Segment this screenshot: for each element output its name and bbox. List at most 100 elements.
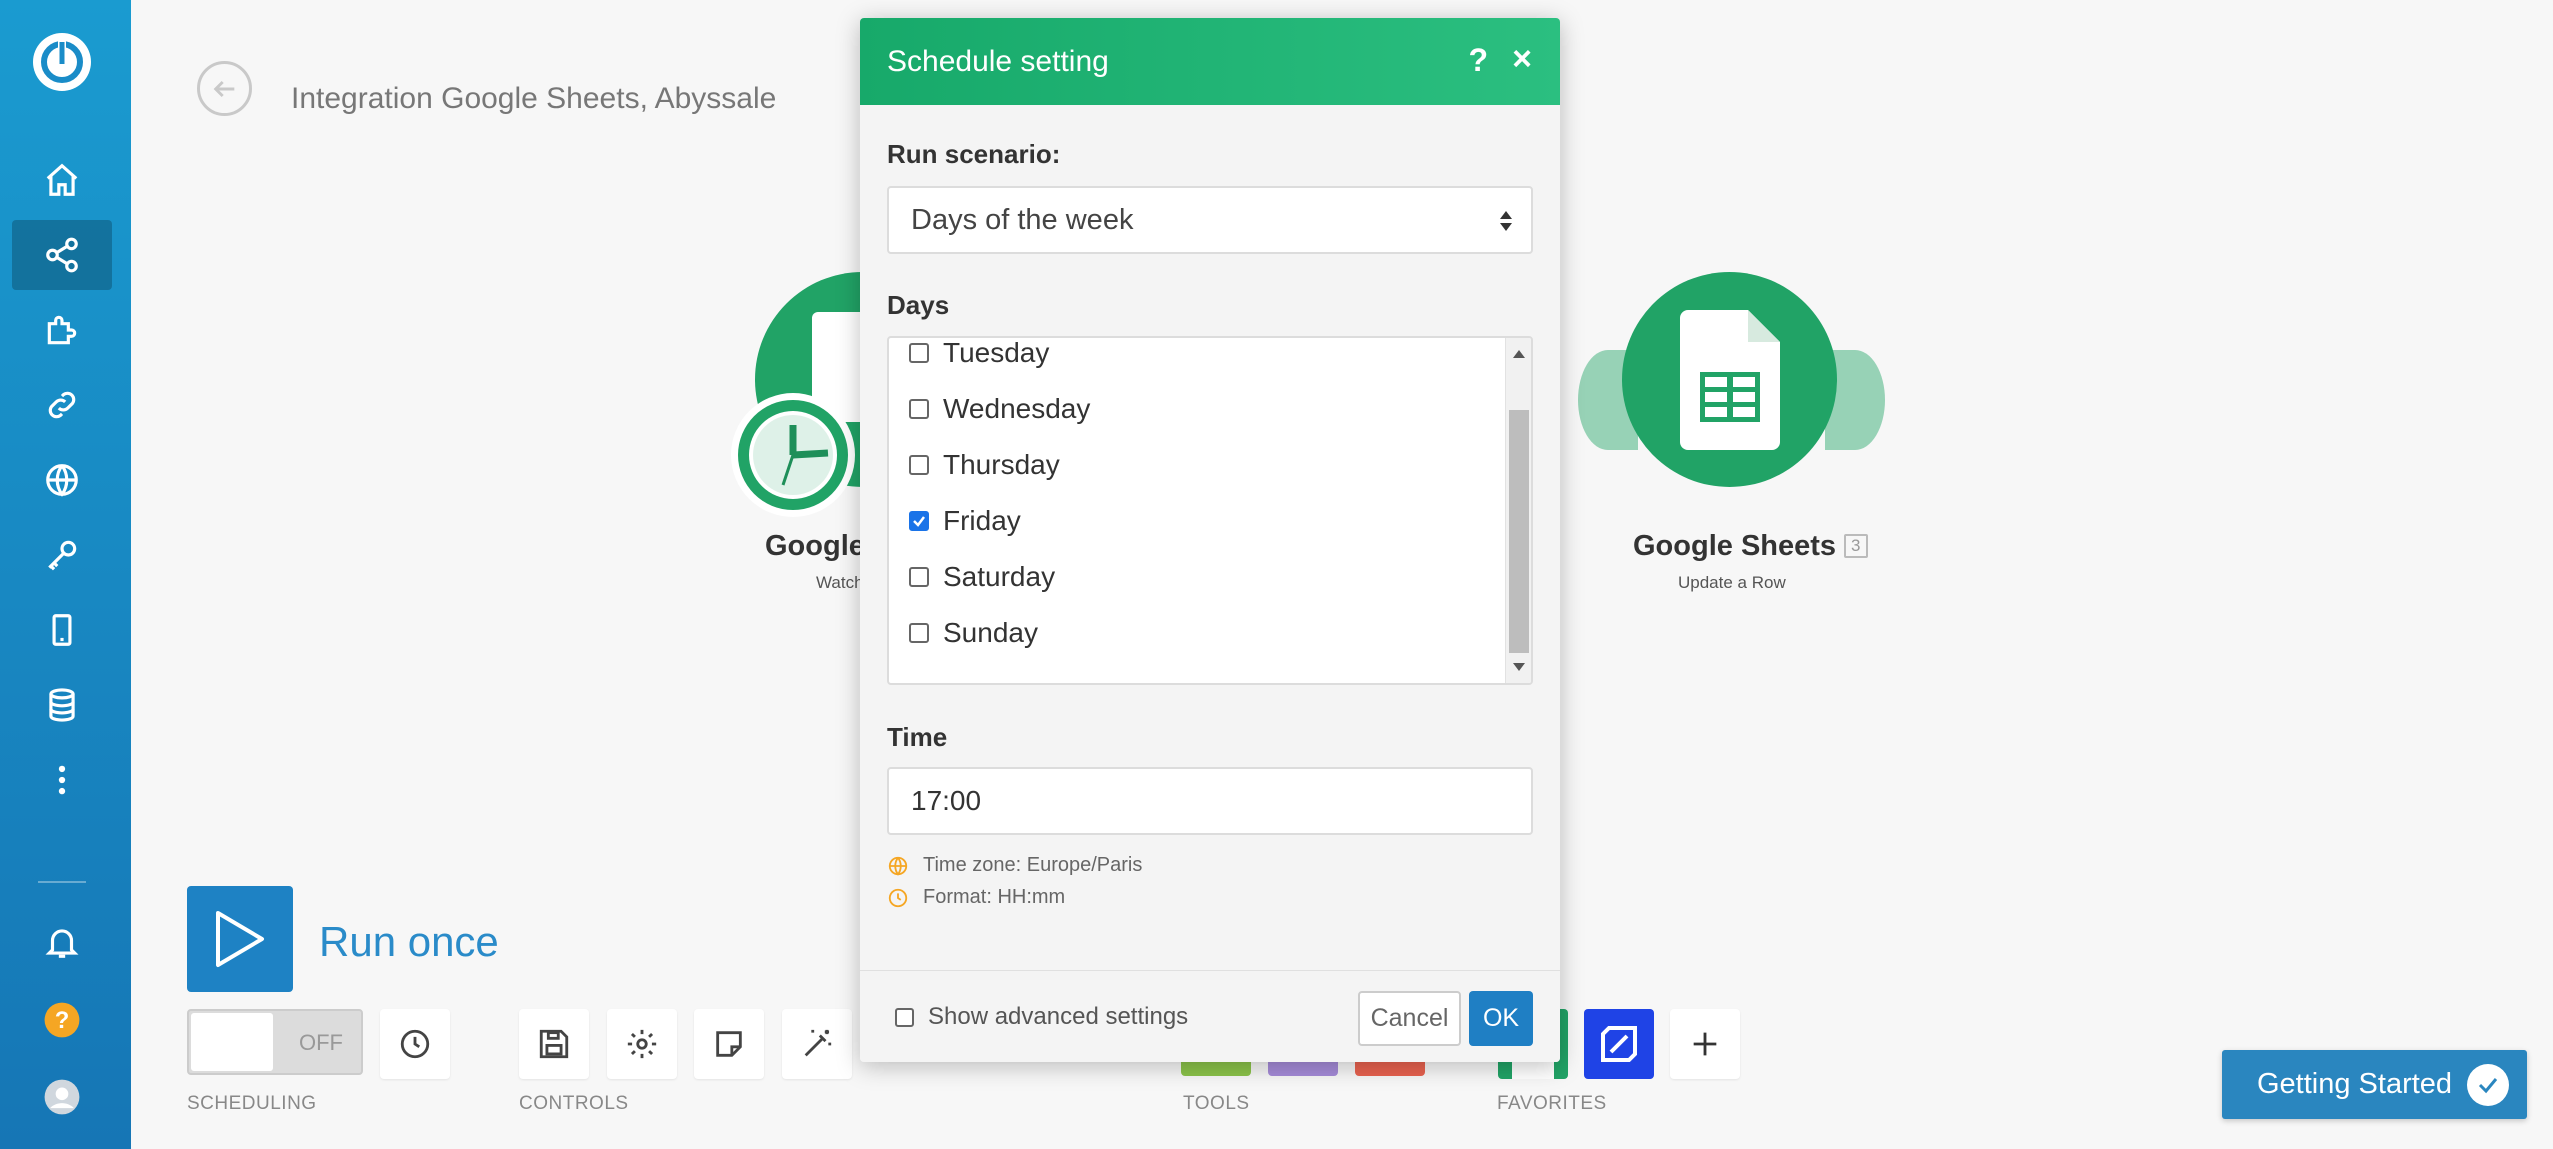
- day-checkbox[interactable]: [909, 455, 929, 475]
- sidebar-item-datastores[interactable]: [12, 670, 112, 740]
- scenario-settings-button[interactable]: [607, 1009, 677, 1079]
- play-icon: [216, 911, 264, 967]
- auto-align-button[interactable]: [782, 1009, 852, 1079]
- sidebar-item-notifications[interactable]: [12, 907, 112, 977]
- sidebar-item-home[interactable]: [12, 145, 112, 215]
- key-icon: [48, 540, 77, 571]
- plus-icon: [1693, 1032, 1717, 1056]
- dialog-help-button[interactable]: ?: [1468, 42, 1488, 79]
- sidebar-item-more[interactable]: [12, 745, 112, 815]
- app-root: ? Integration Google Sheets, Abyssale Go…: [0, 0, 2553, 1149]
- globe-icon: [46, 464, 78, 497]
- database-icon: [49, 688, 75, 722]
- scheduling-toggle[interactable]: OFF: [187, 1009, 363, 1075]
- scroll-thumb[interactable]: [1509, 410, 1529, 653]
- day-label: Sunday: [943, 617, 1038, 648]
- checkmark-icon: [2467, 1064, 2509, 1106]
- gear-icon: [627, 1029, 657, 1059]
- module-right-badge: 3: [1844, 534, 1868, 558]
- day-checkbox[interactable]: [909, 567, 929, 587]
- days-scrollbar[interactable]: [1505, 338, 1531, 683]
- sidebar-item-connections[interactable]: [12, 370, 112, 440]
- add-favorite-button[interactable]: [1670, 1009, 1740, 1079]
- back-button[interactable]: [197, 61, 252, 116]
- scroll-down-icon[interactable]: [1513, 663, 1525, 671]
- module-right-subtitle: Update a Row: [1678, 573, 1786, 592]
- svg-text:?: ?: [55, 1007, 70, 1034]
- cancel-button[interactable]: Cancel: [1358, 991, 1461, 1046]
- abyssale-icon: [1601, 1026, 1637, 1062]
- clock-icon[interactable]: [728, 390, 858, 520]
- clock-outline-icon: [400, 1029, 430, 1059]
- check-icon: [913, 516, 925, 527]
- timezone-hint: Time zone: Europe/Paris: [887, 854, 1142, 877]
- sidebar-item-keys[interactable]: [12, 520, 112, 590]
- run-once-label[interactable]: Run once: [319, 918, 499, 966]
- day-item-wednesday[interactable]: Wednesday: [909, 389, 1090, 429]
- dialog-footer: Show advanced settings Cancel OK: [860, 970, 1560, 1062]
- sidebar-divider: [38, 881, 86, 883]
- schedule-setting-dialog: Schedule setting ? × Run scenario: Days …: [860, 18, 1560, 1062]
- favorite-abyssale[interactable]: [1584, 1009, 1654, 1079]
- sidebar-item-help[interactable]: ?: [12, 985, 112, 1055]
- favorite-sheets-doc: [1512, 1059, 1554, 1079]
- bell-icon: [45, 929, 79, 958]
- advanced-settings-label: Show advanced settings: [928, 1003, 1189, 1030]
- google-sheets-icon: [1680, 310, 1780, 450]
- format-text: Format: HH:mm: [923, 886, 1066, 908]
- day-label: Saturday: [943, 561, 1056, 592]
- getting-started-button[interactable]: Getting Started: [2222, 1050, 2527, 1119]
- controls-label: CONTROLS: [519, 1093, 629, 1114]
- link-icon: [48, 391, 76, 419]
- avatar-icon: [44, 1079, 80, 1115]
- magic-wand-icon: [804, 1029, 832, 1057]
- help-icon: ?: [44, 1002, 80, 1038]
- day-label: Tuesday: [943, 337, 1050, 368]
- clock-outline-icon: [888, 888, 908, 907]
- day-item-sunday[interactable]: Sunday: [909, 613, 1038, 653]
- sidebar-item-webhooks[interactable]: [12, 445, 112, 515]
- save-icon: [539, 1029, 569, 1059]
- advanced-settings-toggle[interactable]: Show advanced settings: [895, 1003, 1188, 1031]
- format-hint: Format: HH:mm: [887, 886, 1065, 909]
- days-list[interactable]: Tuesday Wednesday Thursday Friday Saturd…: [887, 336, 1533, 685]
- getting-started-label: Getting Started: [2257, 1068, 2453, 1100]
- ok-button[interactable]: OK: [1469, 991, 1533, 1046]
- arrow-left-icon: [213, 80, 234, 97]
- more-vertical-icon: [58, 765, 66, 795]
- dialog-close-button[interactable]: ×: [1512, 40, 1532, 79]
- sidebar-item-profile[interactable]: [12, 1062, 112, 1132]
- logo-icon[interactable]: [30, 30, 94, 94]
- day-item-saturday[interactable]: Saturday: [909, 557, 1055, 597]
- sidebar-item-templates[interactable]: [12, 295, 112, 365]
- sidebar-item-devices[interactable]: [12, 595, 112, 665]
- select-arrows-icon: [1500, 211, 1512, 231]
- module-left-name: Google: [765, 530, 865, 562]
- run-once-button[interactable]: [187, 886, 293, 992]
- save-button[interactable]: [519, 1009, 589, 1079]
- advanced-settings-checkbox[interactable]: [895, 1007, 914, 1027]
- scenario-title: Integration Google Sheets, Abyssale: [291, 82, 777, 115]
- toggle-knob: [191, 1013, 273, 1071]
- day-checkbox[interactable]: [909, 623, 929, 643]
- day-label: Friday: [943, 505, 1021, 536]
- day-item-thursday[interactable]: Thursday: [909, 445, 1060, 485]
- run-scenario-value: Days of the week: [911, 203, 1134, 236]
- favorites-label: FAVORITES: [1497, 1093, 1607, 1114]
- days-label: Days: [887, 290, 950, 320]
- sidebar: ?: [0, 0, 131, 1149]
- sidebar-item-scenarios[interactable]: [12, 220, 112, 290]
- run-scenario-select[interactable]: Days of the week: [887, 186, 1533, 254]
- time-input[interactable]: [887, 767, 1533, 835]
- notes-button[interactable]: [694, 1009, 764, 1079]
- day-checkbox[interactable]: [909, 399, 929, 419]
- day-checkbox[interactable]: [909, 343, 929, 363]
- day-checkbox-checked[interactable]: [909, 511, 929, 531]
- scroll-up-icon[interactable]: [1513, 350, 1525, 358]
- dialog-title: Schedule setting: [887, 44, 1109, 78]
- day-item-friday[interactable]: Friday: [909, 501, 1021, 541]
- share-icon: [46, 237, 78, 273]
- schedule-settings-button[interactable]: [380, 1009, 450, 1079]
- note-icon: [716, 1031, 742, 1057]
- day-item-tuesday[interactable]: Tuesday: [909, 337, 1050, 373]
